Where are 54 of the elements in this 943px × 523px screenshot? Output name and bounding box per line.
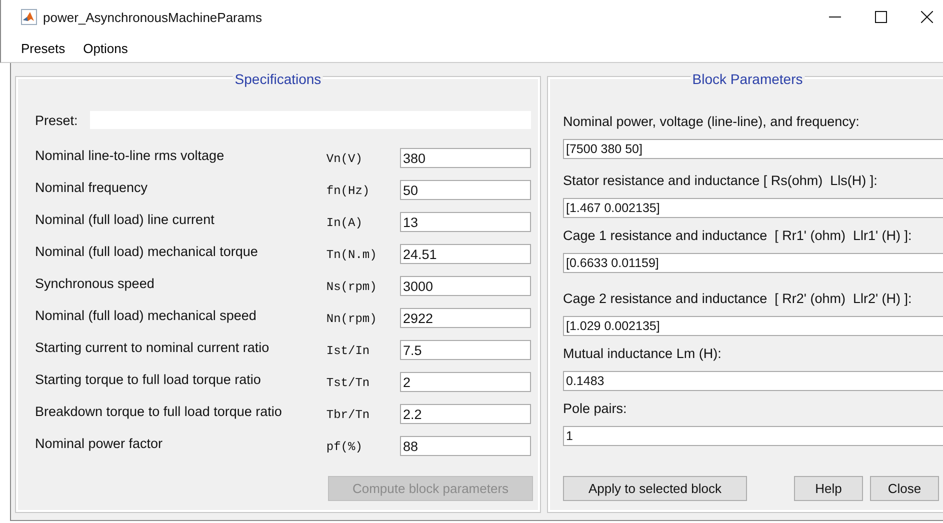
symbol-label: Tbr/Tn (326, 408, 371, 422)
value-field[interactable]: 50 (400, 180, 531, 200)
value-field[interactable]: [1.029 0.002135] (563, 316, 943, 336)
parameter-label: Cage 1 resistance and inductance [ Rr1' (ohm) Llr1' (H) ]: (563, 228, 913, 243)
window-title: power_AsynchronousMachineParams (43, 10, 262, 24)
value-field[interactable]: 88 (400, 436, 531, 456)
value-field[interactable]: 380 (400, 148, 531, 168)
symbol-label: Tn(N.m) (326, 248, 378, 262)
symbol-label: fn(Hz) (326, 184, 371, 198)
value-field[interactable]: 3000 (400, 276, 531, 296)
symbol-label: pf(%) (326, 440, 364, 454)
value-field[interactable]: 2.2 (400, 404, 531, 424)
parameter-label: Nominal (full load) mechanical speed (35, 308, 258, 322)
value-field[interactable]: 24.51 (400, 244, 531, 264)
panel-title: Block Parameters (690, 71, 805, 87)
parameter-label: Starting torque to full load torque ratio (35, 372, 262, 386)
parameter-label: Synchronous speed (35, 276, 156, 290)
value-field[interactable]: [1.467 0.002135] (563, 198, 943, 218)
preset-label: Preset: (35, 112, 78, 128)
value-field[interactable]: 0.1483 (563, 371, 943, 391)
parameter-label: Nominal line-to-line rms voltage (35, 148, 226, 162)
symbol-label: Vn(V) (326, 152, 364, 166)
parameter-label: Nominal (full load) line current (35, 212, 216, 226)
menu-item[interactable]: Presets (21, 40, 66, 56)
dialog-button[interactable]: Help (794, 476, 863, 501)
parameter-label: Mutual inductance Lm (H): (563, 346, 722, 361)
parameter-label: Cage 2 resistance and inductance [ Rr2' (ohm) Llr2' (H) ]: (563, 291, 913, 306)
parameter-label: Nominal frequency (35, 180, 149, 194)
symbol-label: In(A) (326, 216, 364, 230)
parameter-label: Pole pairs: (563, 401, 628, 416)
value-field[interactable]: [7500 380 50] (563, 139, 943, 159)
dialog-button[interactable]: Close (870, 476, 939, 501)
panel-title: Specifications (232, 71, 324, 87)
value-field[interactable]: 1 (563, 426, 943, 446)
symbol-label: Ns(rpm) (326, 280, 378, 294)
parameter-label: Breakdown torque to full load torque ratio (35, 404, 283, 418)
parameter-label: Stator resistance and inductance [ Rs(ohm) Lls(H) ]: (563, 173, 878, 188)
parameter-label: Nominal power factor (35, 436, 164, 450)
value-field[interactable]: 2922 (400, 308, 531, 328)
close-icon[interactable] (921, 11, 933, 23)
window-icon (21, 9, 37, 25)
maximize-icon[interactable] (875, 11, 887, 23)
value-field[interactable]: 7.5 (400, 340, 531, 360)
parameter-label: Starting current to nominal current ratio (35, 340, 270, 354)
symbol-label: Nn(rpm) (326, 312, 378, 326)
value-field[interactable]: [0.6633 0.01159] (563, 253, 943, 273)
menu-item[interactable]: Options (83, 40, 128, 56)
symbol-label: Ist/In (326, 344, 371, 358)
parameter-label: Nominal (full load) mechanical torque (35, 244, 259, 258)
value-field[interactable]: 13 (400, 212, 531, 232)
symbol-label: Tst/Tn (326, 376, 371, 390)
apply-button[interactable]: Apply to selected block (563, 476, 747, 501)
value-field[interactable]: 2 (400, 372, 531, 392)
parameter-label: Nominal power, voltage (line-line), and frequency: (563, 114, 860, 129)
